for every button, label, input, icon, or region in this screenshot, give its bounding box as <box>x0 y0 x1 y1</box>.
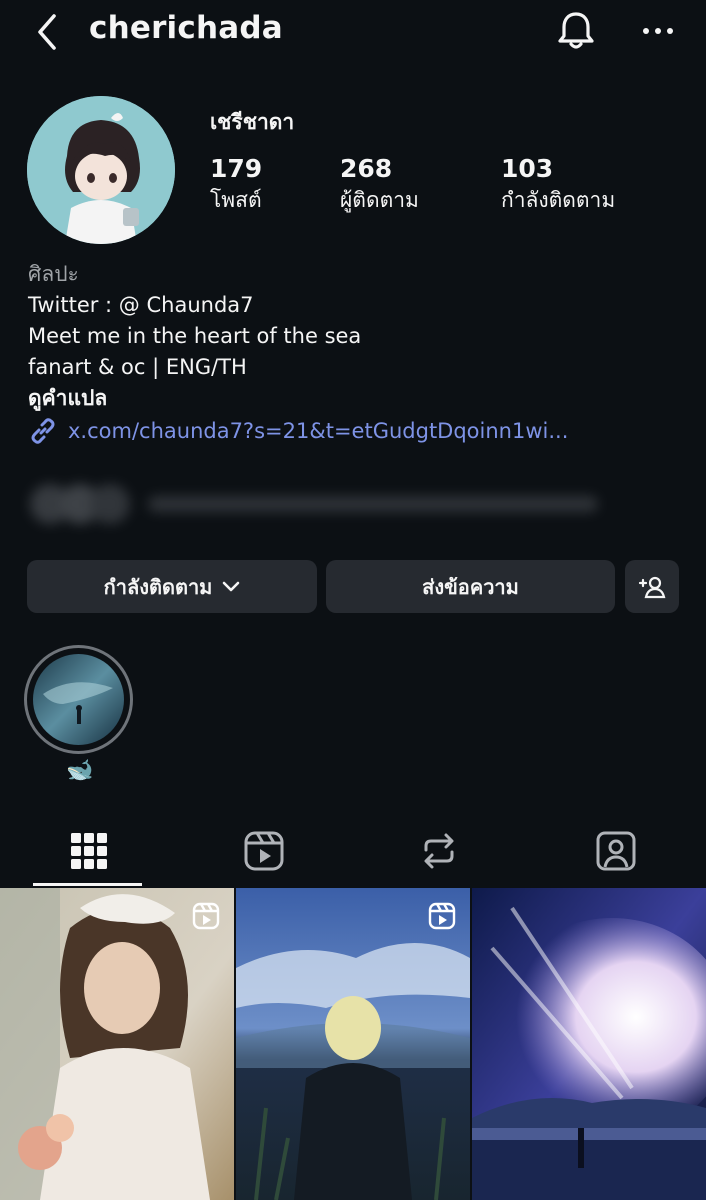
grid-icon[interactable] <box>68 830 110 872</box>
profile-tabs <box>0 820 706 886</box>
message-button-label: ส่งข้อความ <box>422 574 519 599</box>
link-icon <box>31 418 55 444</box>
stat-value: 179 <box>210 154 263 183</box>
story-highlight[interactable] <box>24 645 133 754</box>
top-bar: cherichada <box>0 0 706 64</box>
post-thumbnail[interactable] <box>236 888 470 1200</box>
stat-label: กำลังติดตาม <box>501 188 616 212</box>
profile-bio: ศิลปะ Twitter : @ Chaunda7 Meet me in th… <box>28 259 688 414</box>
chevron-down-icon <box>223 581 240 591</box>
bio-line: fanart & oc | ENG/TH <box>28 355 247 379</box>
stat-following[interactable]: 103 กำลังติดตาม <box>501 153 615 215</box>
active-tab-indicator <box>33 883 142 886</box>
mutual-followers-blurred <box>30 484 598 524</box>
reels-icon[interactable] <box>243 830 285 872</box>
stat-followers[interactable]: 268 ผู้ติดตาม <box>340 153 419 215</box>
profile-avatar[interactable] <box>27 96 175 244</box>
more-horizontal-icon[interactable] <box>640 18 676 44</box>
profile-username: cherichada <box>89 10 283 46</box>
add-user-icon <box>638 576 666 598</box>
story-highlight-label: 🐋 <box>66 758 94 783</box>
see-translation-link[interactable]: ดูคำแปล <box>28 383 688 414</box>
stat-value: 268 <box>340 154 393 183</box>
message-button[interactable]: ส่งข้อความ <box>326 560 615 613</box>
profile-category: ศิลปะ <box>28 262 79 286</box>
bio-line: Meet me in the heart of the sea <box>28 324 362 348</box>
stat-posts[interactable]: 179 โพสต์ <box>210 153 262 215</box>
add-user-button[interactable] <box>625 560 679 613</box>
post-thumbnail[interactable] <box>472 888 706 1200</box>
chevron-left-icon[interactable] <box>30 12 64 52</box>
bell-icon[interactable] <box>556 10 596 52</box>
following-button-label: กำลังติดตาม <box>103 574 213 599</box>
profile-full-name: เชรีชาดา <box>210 110 295 134</box>
reel-badge-icon <box>192 902 220 930</box>
stat-label: ผู้ติดตาม <box>340 188 419 212</box>
profile-link-text[interactable]: x.com/chaunda7?s=21&t=etGudgtDqoinn1wi..… <box>68 419 568 443</box>
stat-value: 103 <box>501 154 554 183</box>
following-button[interactable]: กำลังติดตาม <box>27 560 317 613</box>
reel-badge-icon <box>428 902 456 930</box>
tagged-user-icon[interactable] <box>595 830 637 872</box>
bio-line: Twitter : @ Chaunda7 <box>28 293 254 317</box>
profile-link[interactable]: x.com/chaunda7?s=21&t=etGudgtDqoinn1wi..… <box>28 416 568 446</box>
post-thumbnail[interactable] <box>0 888 234 1200</box>
stat-label: โพสต์ <box>210 188 262 212</box>
repost-icon[interactable] <box>418 830 460 872</box>
